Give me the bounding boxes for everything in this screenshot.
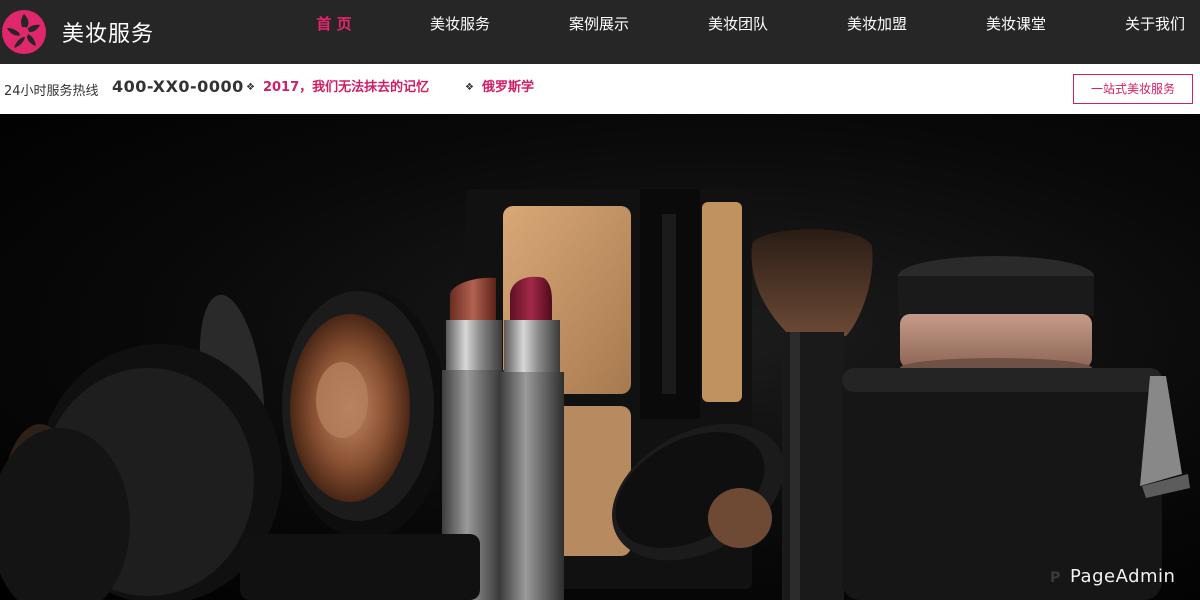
news-title: 俄罗斯学 xyxy=(481,80,534,95)
news-title: 2017，我们无法抹去的记忆 xyxy=(262,80,430,95)
nav-item-cases[interactable]: 案例展示 xyxy=(569,0,629,48)
diamond-bullet-icon: ❖ xyxy=(465,82,474,93)
brand-logo[interactable]: 美妆服务 xyxy=(0,0,154,64)
nav-item-classroom[interactable]: 美妆课堂 xyxy=(986,0,1046,48)
top-header: 美妆服务 首 页 美妆服务 案例展示 美妆团队 美妆加盟 美妆课堂 关于我们 xyxy=(0,0,1200,64)
compact-base xyxy=(240,534,480,600)
compact-mirror xyxy=(0,344,282,600)
news-item[interactable]: ❖ 俄罗斯学 xyxy=(465,76,534,95)
nav-item-home[interactable]: 首 页 xyxy=(316,0,351,48)
diamond-bullet-icon: ❖ xyxy=(246,82,255,93)
pageadmin-mark: P xyxy=(1050,570,1061,586)
nav-item-makeup-service[interactable]: 美妆服务 xyxy=(430,0,490,48)
loose-powder-jar xyxy=(898,256,1094,378)
flower-logo-icon xyxy=(2,10,46,54)
nav-item-team[interactable]: 美妆团队 xyxy=(708,0,768,48)
brand-name: 美妆服务 xyxy=(62,22,155,47)
hotline-number: 400-XX0-0000 xyxy=(112,77,244,96)
hero-banner: P PageAdmin xyxy=(0,114,1200,600)
nav-item-franchise[interactable]: 美妆加盟 xyxy=(847,0,907,48)
hotline-label: 24小时服务热线 xyxy=(4,84,99,99)
one-stop-service-button[interactable]: 一站式美妆服务 xyxy=(1073,74,1193,104)
nav-item-about[interactable]: 关于我们 xyxy=(1125,0,1185,48)
news-item[interactable]: ❖ 2017，我们无法抹去的记忆 xyxy=(246,76,429,95)
pageadmin-watermark: PageAdmin xyxy=(1070,566,1176,587)
lipstick-berry xyxy=(500,276,564,600)
cosmetics-banner-image xyxy=(0,189,1190,600)
info-bar: 24小时服务热线 400-XX0-0000 ❖ 2017，我们无法抹去的记忆 ❖ 俄… xyxy=(0,64,1200,114)
